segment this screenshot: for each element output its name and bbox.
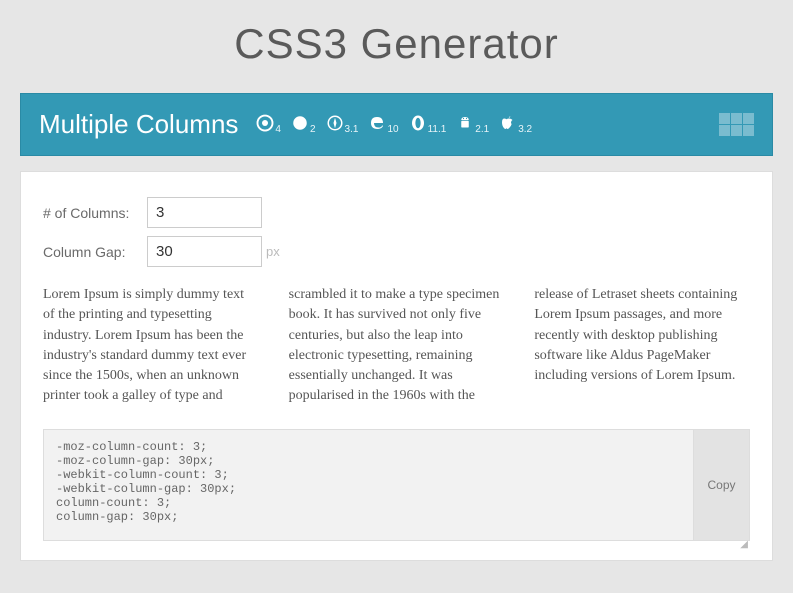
gap-label: Column Gap: (43, 244, 147, 260)
header-left: Multiple Columns 4 2 3.1 10 11.1 (39, 109, 532, 140)
header-bar: Multiple Columns 4 2 3.1 10 11.1 (20, 93, 773, 156)
ios-version: 3.2 (518, 124, 532, 135)
android-icon: 2.1 (456, 114, 489, 135)
ie-icon: 10 (368, 114, 398, 135)
safari-version: 3.1 (345, 124, 359, 135)
gap-unit: px (266, 244, 280, 259)
opera-version: 11.1 (428, 124, 447, 135)
preview-text: Lorem Ipsum is simply dummy text of the … (43, 285, 750, 407)
output-row: Copy (43, 429, 750, 541)
page-title: CSS3 Generator (0, 0, 793, 93)
chrome-icon: 4 (256, 114, 281, 135)
columns-row: # of Columns: (43, 197, 750, 228)
safari-icon: 3.1 (326, 114, 359, 135)
ios-icon: 3.2 (499, 114, 532, 135)
android-version: 2.1 (475, 124, 489, 135)
browser-support-icons: 4 2 3.1 10 11.1 2.1 (256, 114, 532, 135)
ie-version: 10 (387, 124, 398, 135)
control-panel: # of Columns: Column Gap: px Lorem Ipsum… (20, 171, 773, 561)
resize-handle-icon: ◢ (43, 539, 750, 550)
columns-label: # of Columns: (43, 205, 147, 221)
gap-input[interactable] (147, 236, 262, 267)
columns-input[interactable] (147, 197, 262, 228)
gap-row: Column Gap: px (43, 236, 750, 267)
firefox-icon: 2 (291, 114, 316, 135)
chrome-version: 4 (275, 124, 281, 135)
firefox-version: 2 (310, 124, 316, 135)
opera-icon: 11.1 (409, 114, 447, 135)
header-title: Multiple Columns (39, 109, 238, 140)
menu-grid-icon[interactable] (719, 113, 754, 136)
copy-button[interactable]: Copy (693, 430, 749, 540)
code-output[interactable] (44, 430, 693, 540)
